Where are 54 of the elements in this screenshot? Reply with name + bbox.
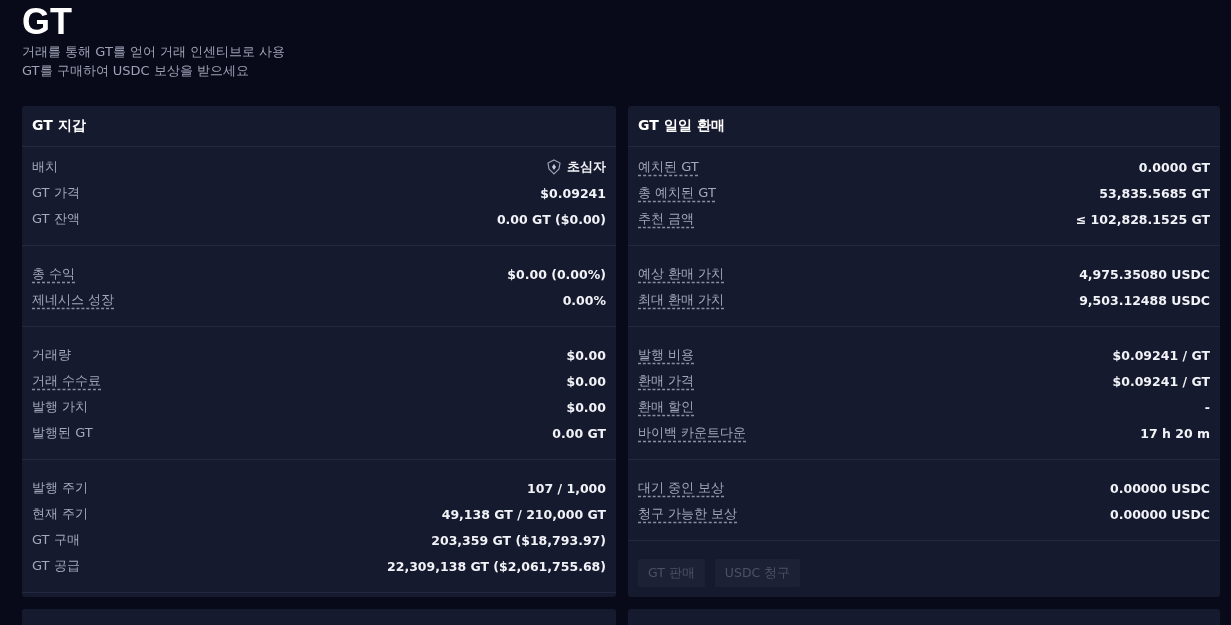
row-label: 제네시스 성장	[32, 291, 115, 309]
row-label: 예치된 GT	[638, 158, 699, 176]
row-value: 0.00000 USDC	[1110, 480, 1210, 496]
row-value: $0.09241	[540, 185, 606, 201]
row-value: 49,138 GT / 210,000 GT	[441, 506, 606, 522]
row-label: 추천 금액	[638, 210, 695, 228]
row-label: 현재 주기	[32, 505, 89, 523]
row-label: 발행 주기	[32, 479, 89, 497]
row-label: 발행 비용	[638, 346, 695, 364]
row-value: -	[1204, 399, 1210, 415]
row-value: 0.00%	[562, 292, 606, 308]
row-value: $0.09241 / GT	[1112, 373, 1210, 389]
row-value: $0.00 (0.00%)	[507, 266, 606, 282]
subtitle: GT를 구매하여 USDC 보상을 받으세요	[22, 62, 249, 80]
row-label: GT 공급	[32, 557, 80, 575]
page-title: GT	[22, 0, 72, 42]
row-value: 9,503.12488 USDC	[1079, 292, 1210, 308]
row-label: 총 수익	[32, 265, 76, 283]
row-value: 107 / 1,000	[527, 480, 606, 496]
row-label: 거래량	[32, 346, 71, 364]
panel-title: GT 일일 환매	[638, 117, 725, 135]
subtitle: 거래를 통해 GT를 얻어 거래 인센티브로 사용	[22, 43, 286, 61]
row-label: 발행 가치	[32, 398, 89, 416]
row-label: 청구 가능한 보상	[638, 505, 738, 523]
row-value: ≤ 102,828.1525 GT	[1075, 211, 1210, 227]
row-value: $0.00	[566, 399, 606, 415]
row-label: 발행된 GT	[32, 424, 93, 442]
row-value: 0.00 GT ($0.00)	[496, 211, 606, 227]
row-value: 0.0000 GT	[1138, 159, 1210, 175]
shield-icon	[546, 159, 562, 175]
row-label: GT 구매	[32, 531, 80, 549]
row-value: 17 h 20 m	[1140, 425, 1210, 441]
row-label: 거래 수수료	[32, 372, 102, 390]
row-value: 22,309,138 GT ($2,061,755.68)	[387, 558, 606, 574]
row-value: $0.00	[566, 373, 606, 389]
panel-title: GT 지갑	[32, 117, 86, 135]
row-label: 바이백 카운트다운	[638, 424, 747, 442]
row-value: 53,835.5685 GT	[1099, 185, 1210, 201]
row-value: 4,975.35080 USDC	[1079, 266, 1210, 282]
row-label: 환매 가격	[638, 372, 695, 390]
row-value: $0.00	[566, 347, 606, 363]
row-value: 초심자	[567, 158, 606, 176]
row-label: 환매 할인	[638, 398, 695, 416]
row-value: 0.00000 USDC	[1110, 506, 1210, 522]
row-label: 총 예치된 GT	[638, 184, 716, 202]
row-label: GT 가격	[32, 184, 80, 202]
row-label: 최대 환매 가치	[638, 291, 725, 309]
row-label: 대기 중인 보상	[638, 479, 725, 497]
row-value: 0.00 GT	[552, 425, 606, 441]
row-label: GT 잔액	[32, 210, 80, 228]
row-value: 203,359 GT ($18,793.97)	[431, 532, 606, 548]
row-label: 예상 환매 가치	[638, 265, 725, 283]
row-value: $0.09241 / GT	[1112, 347, 1210, 363]
row-label: 배치	[32, 158, 58, 176]
